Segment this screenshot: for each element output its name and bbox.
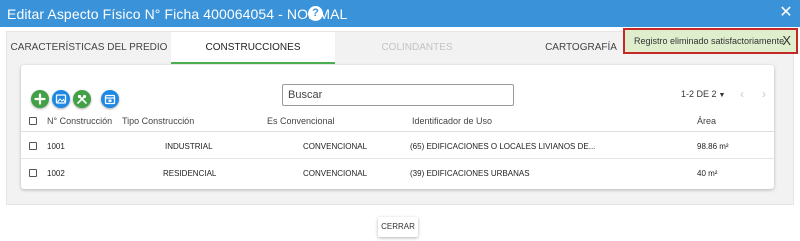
prev-page-icon[interactable]: ‹ bbox=[740, 87, 744, 101]
toast-message: Registro eliminado satisfactoriamente bbox=[634, 36, 785, 46]
cell-tipo: INDUSTRIAL bbox=[165, 142, 213, 151]
tab-colindantes: COLINDANTES bbox=[381, 42, 453, 53]
cell-identificador: (39) EDIFICACIONES URBANAS bbox=[410, 169, 530, 178]
image-button[interactable] bbox=[52, 90, 70, 108]
search-input[interactable] bbox=[282, 84, 514, 106]
window-titlebar: Editar Aspecto Físico N° Ficha 400064054… bbox=[0, 0, 800, 27]
table-header: N° Construcción Tipo Construcción Es Con… bbox=[21, 112, 774, 132]
table-row[interactable]: 1001 INDUSTRIAL CONVENCIONAL (65) EDIFIC… bbox=[21, 133, 774, 159]
toast-close-icon[interactable]: X bbox=[782, 33, 791, 48]
tools-button[interactable] bbox=[73, 90, 91, 108]
calendar-icon bbox=[104, 94, 116, 105]
col-convencional[interactable]: Es Convencional bbox=[267, 116, 335, 126]
row-checkbox[interactable] bbox=[29, 142, 37, 150]
dialog-panel: CARACTERÍSTICAS DEL PREDIO CONSTRUCCIONE… bbox=[6, 31, 794, 205]
col-numero[interactable]: N° Construcción bbox=[47, 116, 112, 126]
cell-area: 40 m² bbox=[697, 169, 718, 178]
cell-identificador: (65) EDIFICACIONES O LOCALES LIVIANOS DE… bbox=[410, 142, 596, 151]
cell-numero: 1002 bbox=[47, 169, 65, 178]
cell-numero: 1001 bbox=[47, 142, 65, 151]
constructions-card: 1-2 DE 2▼ ‹ › N° Construcción Tipo Const… bbox=[21, 65, 774, 189]
tab-caracteristicas[interactable]: CARACTERÍSTICAS DEL PREDIO bbox=[7, 32, 171, 64]
calendar-button[interactable] bbox=[101, 90, 119, 108]
col-tipo[interactable]: Tipo Construcción bbox=[122, 116, 194, 126]
tab-construcciones[interactable]: CONSTRUCCIONES bbox=[171, 32, 335, 64]
pager-range: 1-2 DE 2 bbox=[681, 89, 717, 99]
select-all-checkbox[interactable] bbox=[29, 117, 37, 125]
col-area[interactable]: Área bbox=[697, 116, 716, 126]
pager-select[interactable]: 1-2 DE 2 ▼ bbox=[681, 89, 725, 99]
cell-area: 98.86 m² bbox=[697, 142, 729, 151]
close-button[interactable]: CERRAR bbox=[378, 217, 418, 237]
row-checkbox[interactable] bbox=[29, 169, 37, 177]
cell-tipo: RESIDENCIAL bbox=[163, 169, 217, 178]
next-page-icon[interactable]: › bbox=[762, 87, 766, 101]
tools-icon bbox=[77, 94, 87, 104]
add-icon bbox=[34, 93, 46, 105]
success-toast: Registro eliminado satisfactoriamente X bbox=[623, 28, 798, 54]
close-icon[interactable]: ✕ bbox=[778, 4, 794, 22]
chevron-down-icon: ▼ bbox=[718, 92, 726, 99]
add-button[interactable] bbox=[31, 90, 49, 108]
help-icon[interactable]: ? bbox=[308, 6, 323, 21]
col-identificador[interactable]: Identificador de Uso bbox=[412, 116, 492, 126]
window-title: Editar Aspecto Físico N° Ficha 400064054… bbox=[7, 6, 348, 22]
cell-convencional: CONVENCIONAL bbox=[303, 142, 368, 151]
table-row[interactable]: 1002 RESIDENCIAL CONVENCIONAL (39) EDIFI… bbox=[21, 160, 774, 186]
cell-convencional: CONVENCIONAL bbox=[303, 169, 368, 178]
image-icon bbox=[55, 94, 67, 104]
